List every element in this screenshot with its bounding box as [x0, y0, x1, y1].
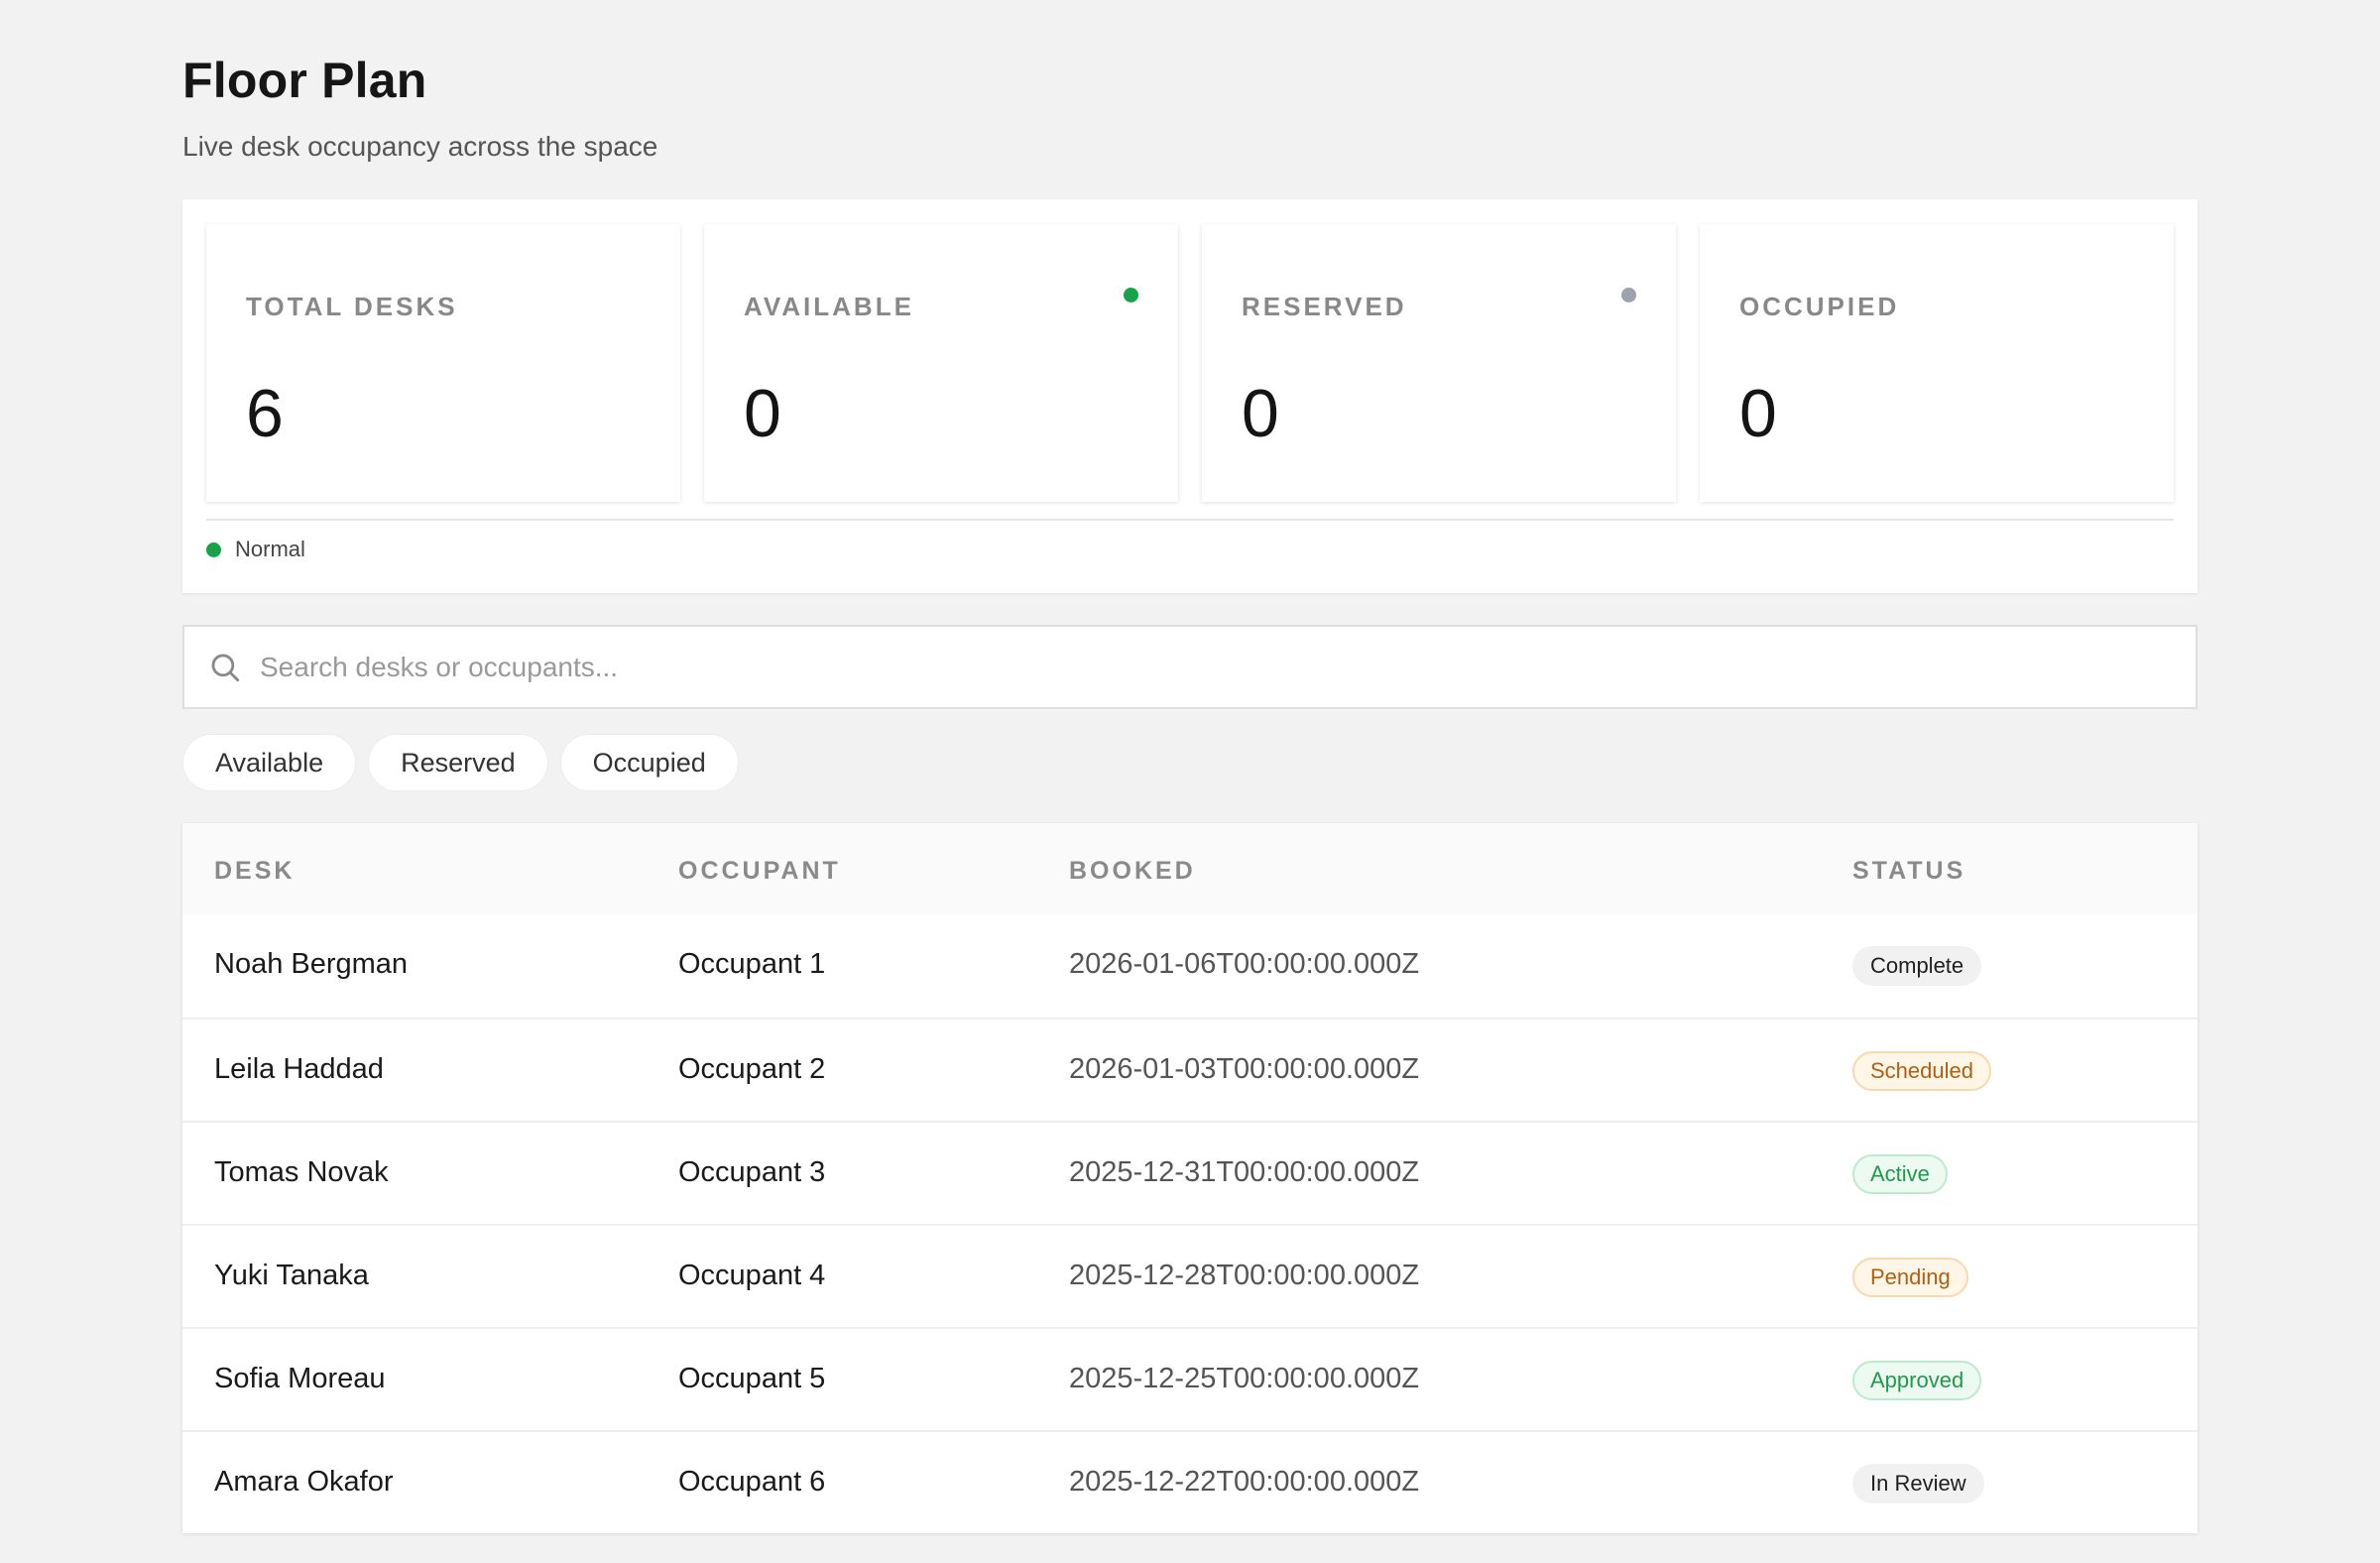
desk-cell: Tomas Novak [214, 1156, 389, 1188]
status-badge: In Review [1852, 1464, 1984, 1503]
status-badge: Complete [1852, 946, 1982, 986]
table-row[interactable]: Noah Bergman Occupant 1 2026-01-06T00:00:0… [182, 914, 2198, 1018]
occupant-cell: Occupant 5 [678, 1363, 826, 1394]
stat-label: TOTAL DESKS [246, 292, 458, 321]
column-header-booked[interactable]: BOOKED [1069, 857, 1196, 886]
desk-cell: Noah Bergman [214, 948, 409, 980]
legend: Normal [206, 537, 305, 562]
search-box [182, 625, 2198, 709]
status-dot-icon [1124, 288, 1138, 302]
booked-cell: 2025-12-22T00:00:00.000Z [1069, 1466, 1420, 1498]
booked-cell: 2025-12-31T00:00:00.000Z [1069, 1156, 1420, 1188]
legend-label: Normal [235, 537, 305, 561]
booked-cell: 2025-12-28T00:00:00.000Z [1069, 1260, 1420, 1291]
stat-card-total-desks: TOTAL DESKS 6 [206, 224, 680, 502]
filter-chip-reserved[interactable]: Reserved [368, 734, 548, 791]
stat-value: 0 [1242, 376, 1279, 451]
status-badge: Pending [1852, 1258, 1968, 1297]
table-row[interactable]: Yuki Tanaka Occupant 4 2025-12-28T00:00:00… [182, 1224, 2198, 1327]
status-badge: Active [1852, 1154, 1948, 1194]
column-header-occupant[interactable]: OCCUPANT [678, 857, 841, 886]
search-icon [211, 654, 240, 682]
legend-dot-icon [206, 541, 221, 557]
stat-card-available: AVAILABLE 0 [704, 224, 1178, 502]
occupant-cell: Occupant 2 [678, 1053, 826, 1085]
column-header-status[interactable]: STATUS [1852, 857, 1965, 886]
occupant-cell: Occupant 6 [678, 1466, 826, 1498]
status-dot-icon [1621, 288, 1636, 302]
stat-label: AVAILABLE [744, 292, 914, 321]
stat-label: RESERVED [1242, 292, 1407, 321]
page-title: Floor Plan [182, 53, 427, 108]
desk-cell: Sofia Moreau [214, 1363, 386, 1394]
column-header-desk[interactable]: DESK [214, 857, 295, 886]
status-badge: Approved [1852, 1361, 1982, 1400]
filter-chips: Available Reserved Occupied [182, 734, 739, 791]
filter-chip-available[interactable]: Available [182, 734, 357, 791]
stat-card-reserved: RESERVED 0 [1202, 224, 1676, 502]
table-header: DESK OCCUPANT BOOKED STATUS [182, 823, 2198, 914]
desk-cell: Amara Okafor [214, 1466, 394, 1498]
table-row[interactable]: Leila Haddad Occupant 2 2026-01-03T00:00:0… [182, 1018, 2198, 1121]
filter-chip-occupied[interactable]: Occupied [559, 734, 739, 791]
stat-label: OCCUPIED [1739, 292, 1900, 321]
booked-cell: 2026-01-06T00:00:00.000Z [1069, 948, 1420, 980]
search-input[interactable] [260, 641, 2144, 694]
table-row[interactable]: Amara Okafor Occupant 6 2025-12-22T00:00:0… [182, 1430, 2198, 1533]
booked-cell: 2026-01-03T00:00:00.000Z [1069, 1053, 1420, 1085]
occupant-cell: Occupant 1 [678, 948, 826, 980]
stat-value: 0 [1739, 376, 1777, 451]
desk-cell: Leila Haddad [214, 1053, 384, 1085]
table-row[interactable]: Tomas Novak Occupant 3 2025-12-31T00:00:00… [182, 1121, 2198, 1224]
table-row[interactable]: Sofia Moreau Occupant 5 2025-12-25T00:00:0… [182, 1327, 2198, 1430]
occupant-cell: Occupant 3 [678, 1156, 826, 1188]
stat-value: 0 [744, 376, 781, 451]
booked-cell: 2025-12-25T00:00:00.000Z [1069, 1363, 1420, 1394]
divider [206, 519, 2174, 521]
page-subtitle: Live desk occupancy across the space [182, 131, 658, 162]
occupant-cell: Occupant 4 [678, 1260, 826, 1291]
stat-card-occupied: OCCUPIED 0 [1700, 224, 2174, 502]
status-badge: Scheduled [1852, 1051, 1991, 1091]
stats-panel: TOTAL DESKS 6 AVAILABLE 0 RESERVED 0 OCC… [182, 199, 2198, 593]
desk-cell: Yuki Tanaka [214, 1260, 369, 1291]
desk-table: DESK OCCUPANT BOOKED STATUS Noah Bergman… [182, 823, 2198, 1533]
stat-value: 6 [246, 376, 284, 451]
